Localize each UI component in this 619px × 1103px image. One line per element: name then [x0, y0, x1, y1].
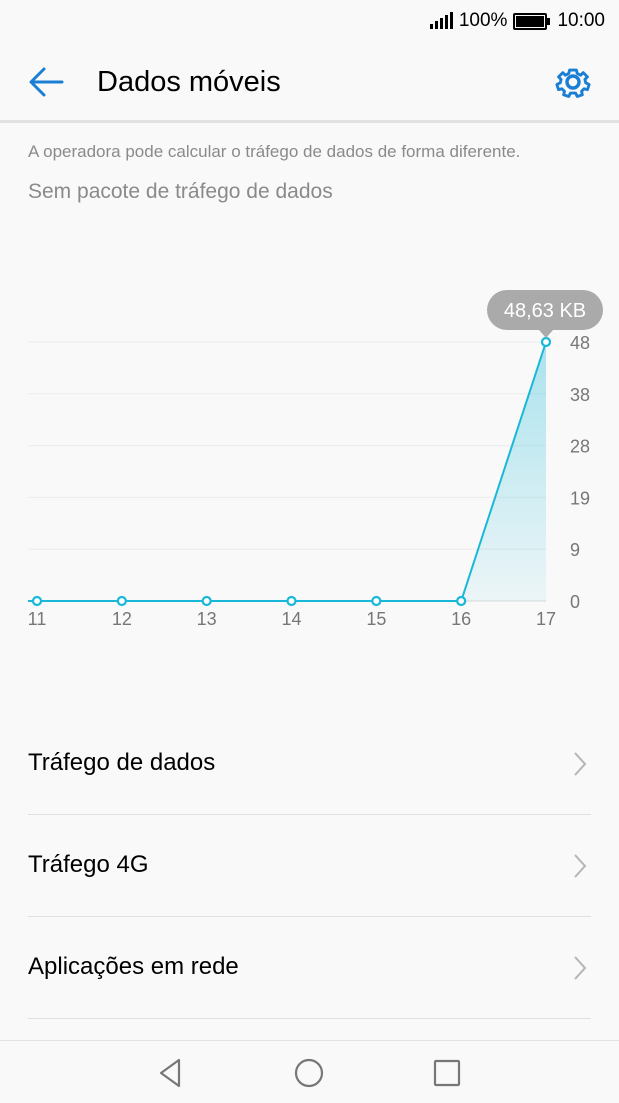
operator-notice: A operadora pode calcular o tráfego de d…: [28, 142, 521, 161]
navigation-bar: [0, 1040, 619, 1103]
battery-icon: [513, 12, 551, 30]
list-item-label: Tráfego 4G: [28, 851, 149, 878]
settings-button[interactable]: [551, 60, 595, 104]
x-tick-label: 16: [451, 609, 471, 629]
y-tick-label: 19: [570, 488, 590, 508]
chevron-right-icon: [574, 854, 587, 878]
chevron-right-icon: [574, 956, 587, 980]
list-item-data-traffic[interactable]: Tráfego de dados: [28, 713, 591, 815]
y-tick-label: 28: [570, 437, 590, 457]
triangle-back-icon: [159, 1058, 181, 1088]
data-point: [540, 336, 552, 348]
x-tick-label: 15: [366, 609, 386, 629]
list-item-4g-traffic[interactable]: Tráfego 4G: [28, 815, 591, 917]
y-tick-label: 48: [570, 333, 590, 353]
data-point: [371, 595, 382, 607]
y-tick-label: 9: [570, 540, 580, 560]
data-point: [31, 595, 43, 607]
x-tick-label: 13: [197, 609, 217, 629]
list-item-network-apps[interactable]: Aplicações em rede: [28, 917, 591, 1019]
data-point: [286, 595, 297, 607]
package-status: Sem pacote de tráfego de dados: [28, 180, 333, 203]
nav-home-button[interactable]: [291, 1055, 327, 1091]
gear-icon: [555, 68, 591, 98]
square-recents-icon: [433, 1059, 461, 1087]
traffic-chart: 0 9 19 28 38 48 11 12 13 14 15 16 17 48,63 KB: [0, 280, 619, 640]
series-area: [37, 342, 546, 601]
data-point: [456, 595, 467, 607]
status-icons: 100% 10:00: [429, 9, 605, 33]
y-tick-label: 0: [570, 592, 580, 612]
battery-percent: 100%: [458, 10, 508, 31]
data-point: [201, 595, 212, 607]
data-point: [116, 595, 127, 607]
tooltip-pointer: [539, 330, 553, 338]
app-bar: Dados móveis: [0, 42, 619, 122]
x-tick-label: 12: [112, 609, 132, 629]
clock: 10:00: [557, 10, 605, 31]
chevron-right-icon: [574, 752, 587, 776]
status-bar: 100% 10:00: [0, 0, 619, 42]
x-tick-label: 17: [536, 609, 556, 629]
traffic-chart-svg: 0 9 19 28 38 48 11 12 13 14 15 16 17 48,63 KB: [28, 290, 603, 629]
signal-icon: [429, 12, 453, 29]
list-item-label: Aplicações em rede: [28, 953, 239, 980]
page-title: Dados móveis: [97, 66, 281, 98]
series-line: [28, 341, 547, 602]
circle-home-icon: [294, 1058, 324, 1088]
x-tick-label: 14: [281, 609, 301, 629]
y-tick-label: 38: [570, 385, 590, 405]
back-arrow-icon: [29, 67, 64, 97]
nav-back-button[interactable]: [153, 1055, 189, 1091]
back-button[interactable]: [26, 62, 70, 102]
nav-recents-button[interactable]: [429, 1055, 465, 1091]
list-item-label: Tráfego de dados: [28, 749, 216, 776]
settings-list: Tráfego de dados Tráfego 4G Aplicações e…: [28, 713, 591, 1019]
header-divider: [0, 120, 619, 123]
x-tick-label: 11: [28, 609, 47, 629]
tooltip-label: 48,63 KB: [504, 300, 586, 322]
